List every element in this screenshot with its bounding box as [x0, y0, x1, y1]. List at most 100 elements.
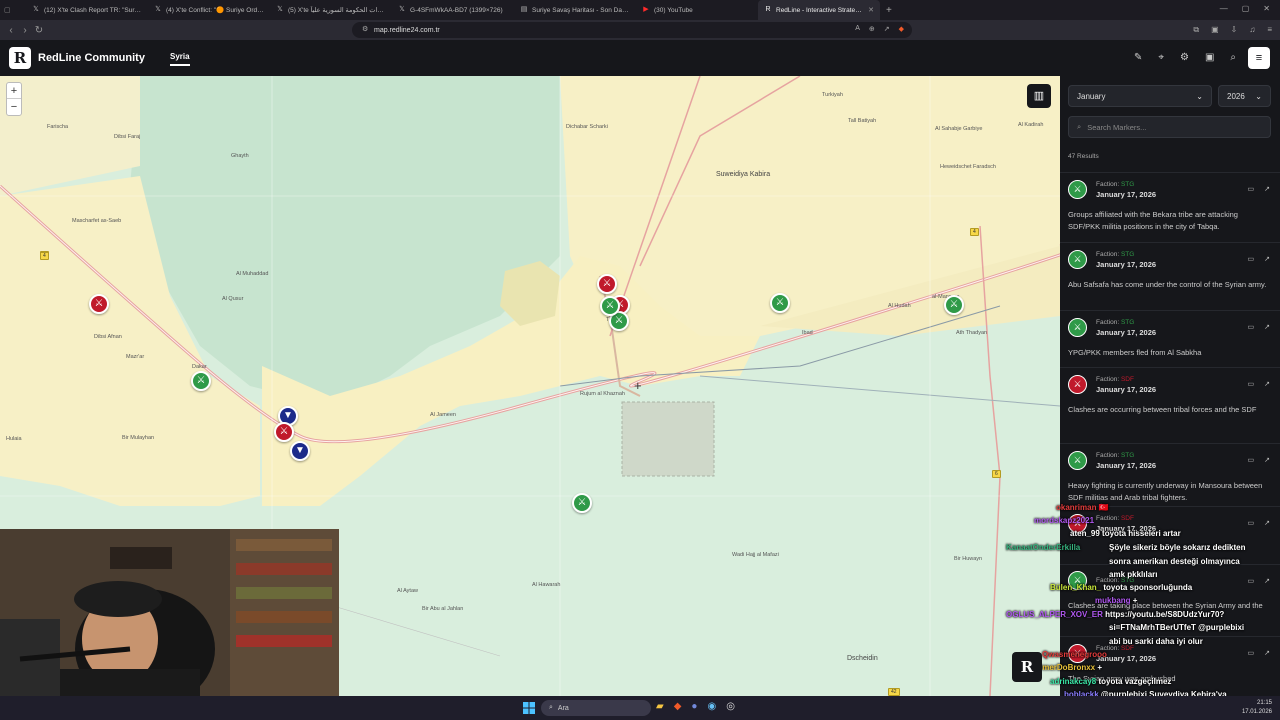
map-marker-stg[interactable]: ⚔ — [191, 371, 211, 391]
taskbar-search-label: Ara — [557, 704, 569, 712]
external-link-icon[interactable]: ↗ — [1264, 380, 1270, 388]
downloads-icon[interactable]: ⇩ — [1231, 25, 1238, 35]
entry-meta: Faction: SDF January 17, 2026 — [1096, 374, 1156, 394]
faction-label: Faction: — [1096, 319, 1120, 326]
extensions-icon[interactable]: ⧉ — [1193, 25, 1199, 35]
external-link-icon[interactable]: ↗ — [1264, 456, 1270, 464]
brave-shield-icon[interactable]: ◆ — [899, 25, 904, 33]
browser-tab[interactable]: 𝕏 (12) X'te Clash Report TR: "Suriye ordu… — [26, 0, 148, 20]
brave-browser-icon[interactable]: ◆ — [674, 701, 682, 712]
minimize-icon[interactable]: — — [1220, 4, 1228, 13]
x-icon: 𝕏 — [399, 6, 405, 13]
rifle-icon: ⚔ — [1068, 179, 1087, 199]
windows-start-icon[interactable] — [523, 702, 535, 714]
browser-tab[interactable]: ▶ (30) YouTube — [636, 0, 758, 20]
taskbar-search[interactable]: ⌕ Ara — [541, 700, 651, 716]
zoom-in-button[interactable]: + — [7, 83, 21, 99]
rifle-icon: ⚔ — [279, 426, 289, 437]
map-marker-nav[interactable]: ▼ — [290, 441, 310, 461]
gear-icon[interactable]: ⚙ — [1180, 52, 1189, 63]
browser-tab[interactable]: 𝕏 G-4SFmWkAA-BD7 (1399×726) — [392, 0, 514, 20]
map-marker-stg[interactable]: ⚔ — [600, 296, 620, 316]
music-icon[interactable]: ♫ — [1249, 25, 1255, 35]
search-markers-input[interactable] — [1087, 122, 1258, 132]
camera-icon[interactable]: ▣ — [1205, 52, 1214, 63]
browser-tab[interactable]: ▤ Suriye Savaş Haritası - Son Dakika S… — [514, 0, 636, 20]
map-place-label: Turkiyah — [822, 92, 843, 98]
reload-icon[interactable]: ↻ — [32, 25, 46, 36]
entry-date: January 17, 2026 — [1096, 260, 1157, 269]
entry-meta: Faction: STG January 17, 2026 — [1096, 179, 1156, 199]
entry-header: ⚔ Faction: STG January 17, 2026 — [1068, 249, 1272, 269]
map-marker-sdf[interactable]: ⚔ — [89, 294, 109, 314]
marker-list-item[interactable]: ⚔ Faction: SDF January 17, 2026 ▭ ↗ Clashes a… — [1060, 367, 1280, 416]
tab-title: (5) X'te قوات الحكومة السورية علياً :"… — [288, 7, 386, 14]
browser-tab[interactable]: R RedLine - Interactive Strategic M… ✕ — [758, 0, 880, 20]
search-icon[interactable]: ⌕ — [1230, 52, 1236, 63]
entry-date: January 17, 2026 — [1096, 385, 1157, 394]
new-tab-button[interactable]: + — [880, 5, 898, 16]
marker-list-item[interactable]: ⚔ Faction: STG January 17, 2026 ▭ ↗ Heavy fig… — [1060, 443, 1280, 504]
sidebar-toggle-icon[interactable]: ▢ — [4, 6, 11, 14]
file-explorer-icon[interactable]: ▰ — [656, 701, 664, 712]
video-icon[interactable]: ▭ — [1248, 456, 1255, 464]
brand-name[interactable]: RedLine Community — [38, 52, 145, 64]
map-marker-stg[interactable]: ⚔ — [572, 493, 592, 513]
external-link-icon[interactable]: ↗ — [1264, 323, 1270, 331]
marker-list-item[interactable]: ⚔ Faction: STG January 17, 2026 ▭ ↗ YPG/PKK m… — [1060, 310, 1280, 359]
tab-title: (30) YouTube — [654, 6, 693, 14]
video-icon[interactable]: ▭ — [1248, 380, 1255, 388]
map-layer-button[interactable]: ▥ — [1027, 84, 1051, 108]
marker-list-item[interactable]: ⚔ Faction: STG January 17, 2026 ▭ ↗ Groups af… — [1060, 172, 1280, 233]
map-marker-sdf[interactable]: ⚔ — [274, 422, 294, 442]
wallet-icon[interactable]: ▣ — [1211, 25, 1219, 35]
marker-list-item[interactable]: ⚔ Faction: STG January 17, 2026 ▭ ↗ Abu Safsa… — [1060, 242, 1280, 291]
draw-icon[interactable]: ✎ — [1134, 52, 1142, 63]
zoom-out-button[interactable]: − — [7, 99, 21, 115]
menu-icon[interactable]: ≡ — [1267, 25, 1272, 35]
map-place-label: Ath Thadyan — [956, 330, 988, 336]
discord-icon[interactable]: ● — [691, 701, 697, 712]
faction-value: STG — [1120, 452, 1135, 459]
share-icon[interactable]: ↗ — [884, 25, 890, 33]
address-bar[interactable]: ⚙ map.redline24.com.tr A ⊕ ↗ ◆ — [352, 22, 912, 38]
chat-text: + — [1097, 663, 1103, 672]
close-tab-icon[interactable]: ✕ — [868, 6, 874, 14]
tab-syria[interactable]: Syria — [170, 52, 190, 66]
translate-icon[interactable]: A — [855, 25, 860, 33]
obs-icon[interactable]: ◎ — [726, 701, 735, 712]
zoom-icon[interactable]: ⊕ — [869, 25, 875, 33]
site-info-icon[interactable]: ⚙ — [362, 25, 368, 33]
video-icon[interactable]: ▭ — [1248, 185, 1255, 193]
browser-tab[interactable]: 𝕏 (4) X'te Conflict: "🟠 Suriye Ordusu… — [148, 0, 270, 20]
external-link-icon[interactable]: ↗ — [1264, 185, 1270, 193]
hamburger-menu-button[interactable]: ≡ — [1248, 47, 1270, 69]
year-select[interactable]: 2026 ⌄ — [1218, 85, 1271, 107]
rifle-icon: ⚔ — [775, 297, 785, 308]
redline-logo[interactable]: R — [9, 47, 31, 69]
video-icon[interactable]: ▭ — [1248, 255, 1255, 263]
video-icon[interactable]: ▭ — [1248, 323, 1255, 331]
map-place-label: Dichabar Scharki — [566, 124, 608, 130]
system-tray[interactable]: 21:15 17.01.2026 — [1242, 699, 1272, 717]
chevron-down-icon: ⌄ — [1255, 91, 1262, 101]
browser-tab[interactable]: 𝕏 (5) X'te قوات الحكومة السورية علياً :"… — [270, 0, 392, 20]
steam-icon[interactable]: ◉ — [707, 701, 716, 712]
external-link-icon[interactable]: ↗ — [1264, 255, 1270, 263]
faction-line: Faction: STG — [1096, 179, 1156, 190]
map-marker-sdf[interactable]: ⚔ — [597, 274, 617, 294]
month-select[interactable]: January ⌄ — [1068, 85, 1212, 107]
map-icon: ▥ — [1033, 90, 1045, 102]
chat-message: OGLUS_ALPER_XOV_ER https://youtu.be/S8DU… — [1006, 610, 1224, 619]
close-window-icon[interactable]: ✕ — [1263, 4, 1270, 13]
back-icon[interactable]: ‹ — [4, 25, 18, 36]
location-pin-icon[interactable]: ⌖ — [1158, 52, 1164, 63]
tab-title: (12) X'te Clash Report TR: "Suriye ordu… — [44, 6, 142, 14]
entry-date: January 17, 2026 — [1096, 461, 1157, 470]
chat-username: OGLUS_ALPER_XOV_ER — [1006, 610, 1103, 619]
clock-time: 21:15 — [1256, 700, 1272, 706]
map-marker-stg[interactable]: ⚔ — [944, 295, 964, 315]
forward-icon[interactable]: › — [18, 25, 32, 36]
map-marker-stg[interactable]: ⚔ — [770, 293, 790, 313]
maximize-icon[interactable]: ▢ — [1242, 4, 1250, 13]
